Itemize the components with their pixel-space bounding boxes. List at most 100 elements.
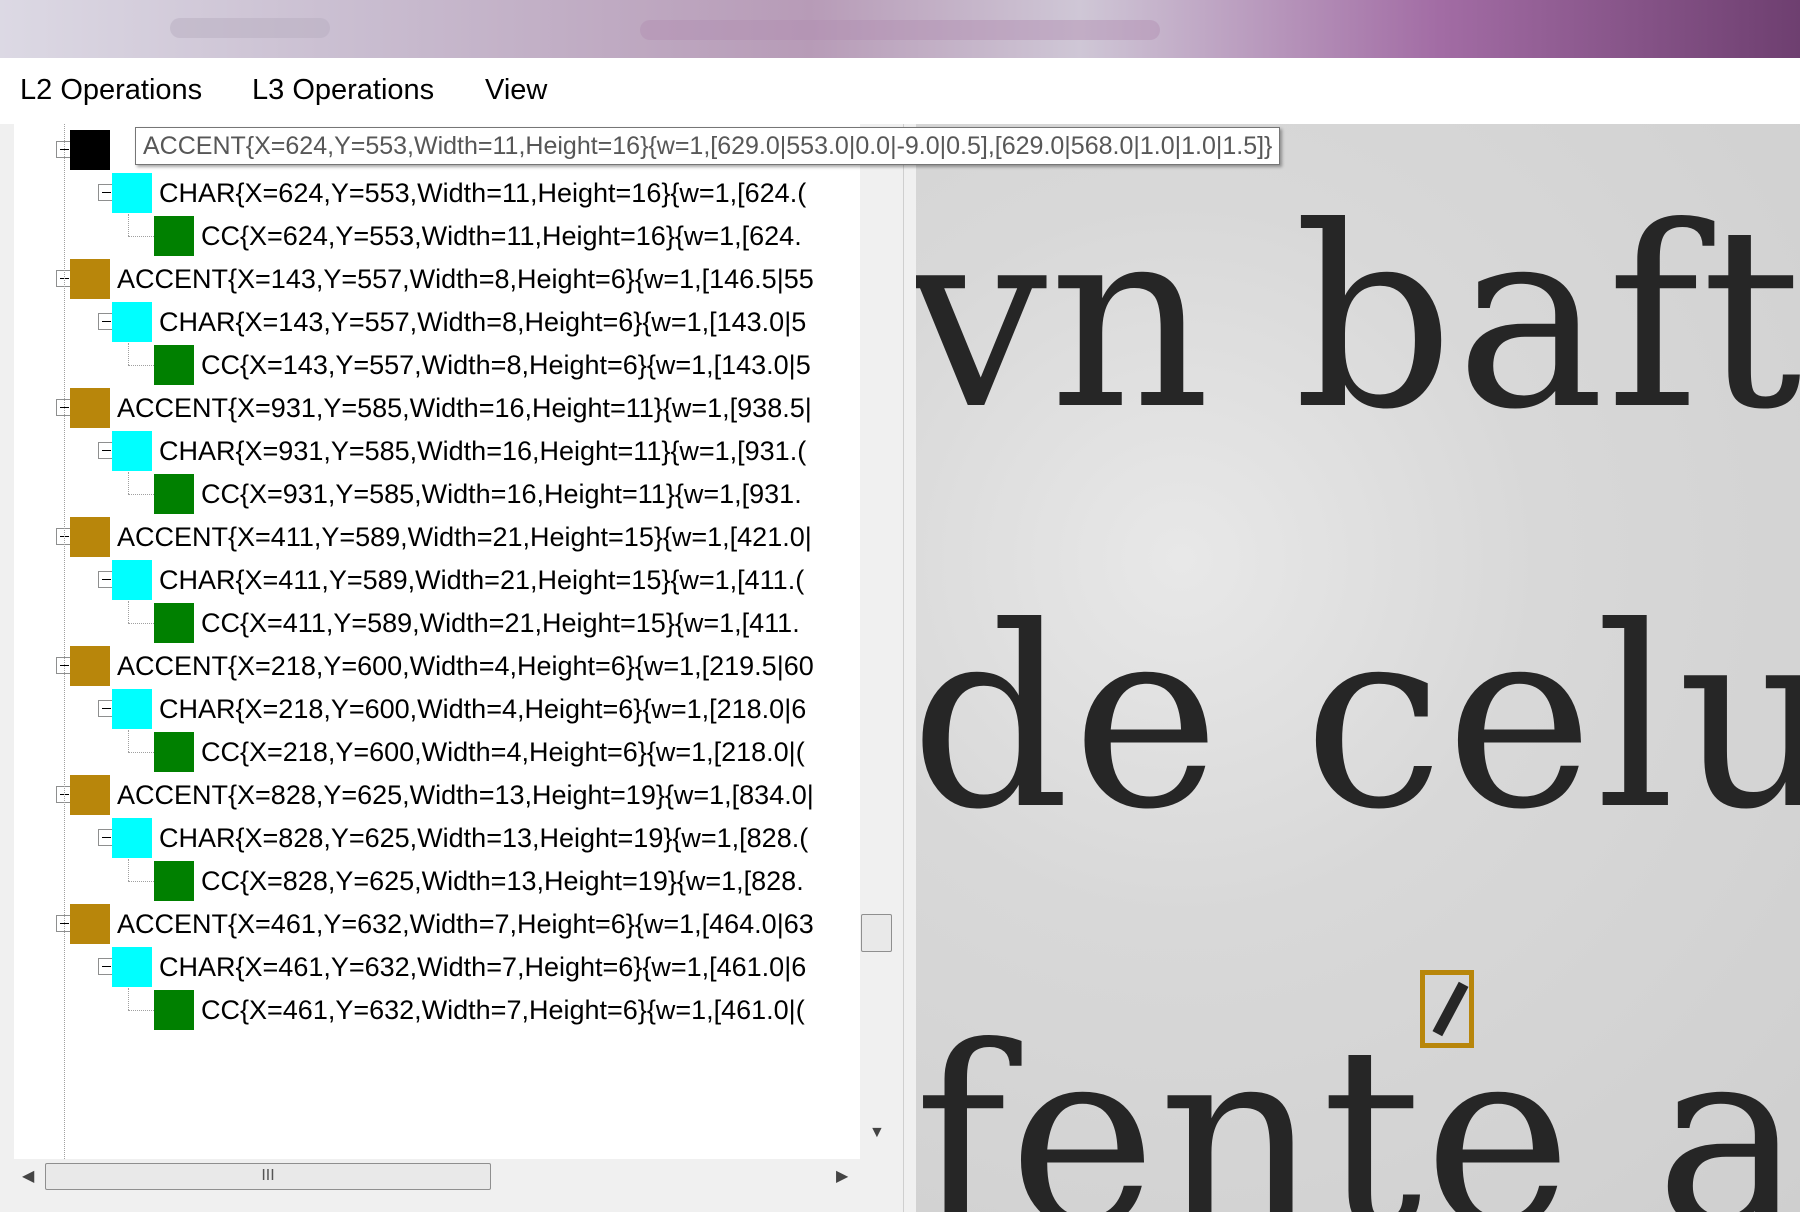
accent-selection-box[interactable] — [1420, 970, 1474, 1048]
tree-connector — [128, 214, 129, 236]
tree-connector — [128, 472, 129, 494]
tree-node-accent[interactable]: ACCENT{X=828,Y=625,Width=13,Height=19}{w… — [14, 773, 874, 817]
cc-color-swatch — [154, 474, 194, 514]
tree-node-label: CC{X=411,Y=589,Width=21,Height=15}{w=1,[… — [201, 608, 800, 638]
char-color-swatch — [112, 302, 152, 342]
tree-connector — [128, 601, 129, 623]
tree-node-label: ACCENT{X=143,Y=557,Width=8,Height=6}{w=1… — [117, 264, 814, 294]
cc-color-swatch — [154, 732, 194, 772]
vertical-scroll-thumb[interactable] — [861, 914, 892, 952]
tree-node-label: CC{X=828,Y=625,Width=13,Height=19}{w=1,[… — [201, 866, 804, 896]
menu-l3-operations[interactable]: L3 Operations — [252, 74, 434, 107]
accent-color-swatch — [70, 259, 110, 299]
cc-color-swatch — [154, 603, 194, 643]
scroll-right-icon[interactable]: ▶ — [836, 1166, 848, 1186]
char-color-swatch — [112, 947, 152, 987]
tree-node-cc[interactable]: CC{X=143,Y=557,Width=8,Height=6}{w=1,[14… — [14, 343, 874, 387]
horizontal-scroll-thumb[interactable]: III — [45, 1163, 491, 1190]
horizontal-scrollbar[interactable]: ◀ III ▶ — [14, 1159, 860, 1194]
char-color-swatch — [112, 173, 152, 213]
tree-node-label: ACCENT{X=411,Y=589,Width=21,Height=15}{w… — [117, 522, 812, 552]
tree-connector — [128, 494, 154, 495]
accent-color-swatch — [70, 904, 110, 944]
tree-node-label: ACCENT{X=461,Y=632,Width=7,Height=6}{w=1… — [117, 909, 814, 939]
tree-panel: CHAR{X=624,Y=553,Width=11,Height=16}{w=1… — [0, 124, 903, 1212]
tree-node-label: CC{X=461,Y=632,Width=7,Height=6}{w=1,[46… — [201, 995, 805, 1025]
tree-node-char[interactable]: CHAR{X=461,Y=632,Width=7,Height=6}{w=1,[… — [14, 945, 874, 989]
menu-l2-operations[interactable]: L2 Operations — [20, 74, 202, 107]
tree-connector — [128, 1010, 154, 1011]
char-color-swatch — [112, 431, 152, 471]
tree-node-label: CC{X=143,Y=557,Width=8,Height=6}{w=1,[14… — [201, 350, 811, 380]
tree-connector — [128, 859, 129, 881]
menu-bar: L2 Operations L3 Operations View — [0, 58, 1800, 125]
title-text-blurred — [170, 18, 330, 38]
document-image-view[interactable]: vn bafto de celuy fente au — [916, 124, 1800, 1212]
tree-node-accent[interactable]: ACCENT{X=218,Y=600,Width=4,Height=6}{w=1… — [14, 644, 874, 688]
tree-node-label: CHAR{X=143,Y=557,Width=8,Height=6}{w=1,[… — [159, 307, 807, 337]
tree-node-accent[interactable]: ACCENT{X=143,Y=557,Width=8,Height=6}{w=1… — [14, 257, 874, 301]
cc-color-swatch — [154, 990, 194, 1030]
char-color-swatch — [112, 560, 152, 600]
tree-node-accent[interactable]: ACCENT{X=931,Y=585,Width=16,Height=11}{w… — [14, 386, 874, 430]
tree-node-cc[interactable]: CC{X=931,Y=585,Width=16,Height=11}{w=1,[… — [14, 472, 874, 516]
tree-node-label: ACCENT{X=828,Y=625,Width=13,Height=19}{w… — [117, 780, 814, 810]
tree-node-char[interactable]: CHAR{X=931,Y=585,Width=16,Height=11}{w=1… — [14, 429, 874, 473]
cc-color-swatch — [154, 216, 194, 256]
scan-line-2: de celuy — [916, 573, 1800, 864]
scan-line-1: vn bafto — [916, 173, 1800, 464]
scan-line-3: fente au — [916, 993, 1800, 1212]
tree-node-label: CHAR{X=624,Y=553,Width=11,Height=16}{w=1… — [159, 178, 807, 208]
tree-connector — [128, 752, 154, 753]
tree-connector — [128, 236, 154, 237]
tree-node-label: ACCENT{X=931,Y=585,Width=16,Height=11}{w… — [117, 393, 812, 423]
tree-node-label: CC{X=624,Y=553,Width=11,Height=16}{w=1,[… — [201, 221, 802, 251]
accent-mark — [1432, 981, 1469, 1037]
tree-node-accent[interactable]: ACCENT{X=411,Y=589,Width=21,Height=15}{w… — [14, 515, 874, 559]
tree-node-char[interactable]: CHAR{X=411,Y=589,Width=21,Height=15}{w=1… — [14, 558, 874, 602]
tree-root-guide — [64, 124, 65, 1159]
pane-splitter[interactable] — [903, 124, 917, 1212]
menu-view[interactable]: View — [485, 74, 547, 107]
tree-node-label: CHAR{X=218,Y=600,Width=4,Height=6}{w=1,[… — [159, 694, 807, 724]
accent-color-swatch — [70, 646, 110, 686]
accent-color-swatch — [70, 775, 110, 815]
accent-color-swatch — [70, 388, 110, 428]
tree-connector — [128, 343, 129, 365]
accent-selected-color-swatch — [70, 130, 110, 170]
tree-node-label: CHAR{X=461,Y=632,Width=7,Height=6}{w=1,[… — [159, 952, 807, 982]
tree-node-label: CC{X=931,Y=585,Width=16,Height=11}{w=1,[… — [201, 479, 802, 509]
tree-connector — [128, 988, 129, 1010]
char-color-swatch — [112, 689, 152, 729]
window-title-blurred — [640, 20, 1160, 40]
tree-node-label: ACCENT{X=218,Y=600,Width=4,Height=6}{w=1… — [117, 651, 814, 681]
title-bar — [0, 0, 1800, 58]
tree-node-char[interactable]: CHAR{X=624,Y=553,Width=11,Height=16}{w=1… — [14, 171, 874, 215]
accent-color-swatch — [70, 517, 110, 557]
tree-connector — [128, 365, 154, 366]
tree-node-char[interactable]: CHAR{X=828,Y=625,Width=13,Height=19}{w=1… — [14, 816, 874, 860]
tree-node-cc[interactable]: CC{X=828,Y=625,Width=13,Height=19}{w=1,[… — [14, 859, 874, 903]
tree-node-cc[interactable]: CC{X=624,Y=553,Width=11,Height=16}{w=1,[… — [14, 214, 874, 258]
tree-node-label: CC{X=218,Y=600,Width=4,Height=6}{w=1,[21… — [201, 737, 805, 767]
scroll-down-icon[interactable]: ▼ — [869, 1124, 885, 1142]
tree-connector — [128, 881, 154, 882]
tree-node-cc[interactable]: CC{X=411,Y=589,Width=21,Height=15}{w=1,[… — [14, 601, 874, 645]
tree-node-label: CHAR{X=828,Y=625,Width=13,Height=19}{w=1… — [159, 823, 809, 853]
tree-node-label: CHAR{X=931,Y=585,Width=16,Height=11}{w=1… — [159, 436, 807, 466]
tree-connector — [128, 623, 154, 624]
tree-node-char[interactable]: CHAR{X=218,Y=600,Width=4,Height=6}{w=1,[… — [14, 687, 874, 731]
char-color-swatch — [112, 818, 152, 858]
tree-node-label: CHAR{X=411,Y=589,Width=21,Height=15}{w=1… — [159, 565, 805, 595]
tree-node-char[interactable]: CHAR{X=143,Y=557,Width=8,Height=6}{w=1,[… — [14, 300, 874, 344]
tree-connector — [128, 730, 129, 752]
cc-color-swatch — [154, 345, 194, 385]
component-tree[interactable]: CHAR{X=624,Y=553,Width=11,Height=16}{w=1… — [14, 124, 893, 1159]
tree-node-accent[interactable]: ACCENT{X=461,Y=632,Width=7,Height=6}{w=1… — [14, 902, 874, 946]
tree-node-cc[interactable]: CC{X=461,Y=632,Width=7,Height=6}{w=1,[46… — [14, 988, 874, 1032]
scroll-left-icon[interactable]: ◀ — [22, 1166, 34, 1186]
cc-color-swatch — [154, 861, 194, 901]
tree-node-cc[interactable]: CC{X=218,Y=600,Width=4,Height=6}{w=1,[21… — [14, 730, 874, 774]
node-tooltip: ACCENT{X=624,Y=553,Width=11,Height=16}{w… — [135, 127, 1281, 165]
vertical-scrollbar[interactable]: ▼ — [860, 124, 893, 1159]
